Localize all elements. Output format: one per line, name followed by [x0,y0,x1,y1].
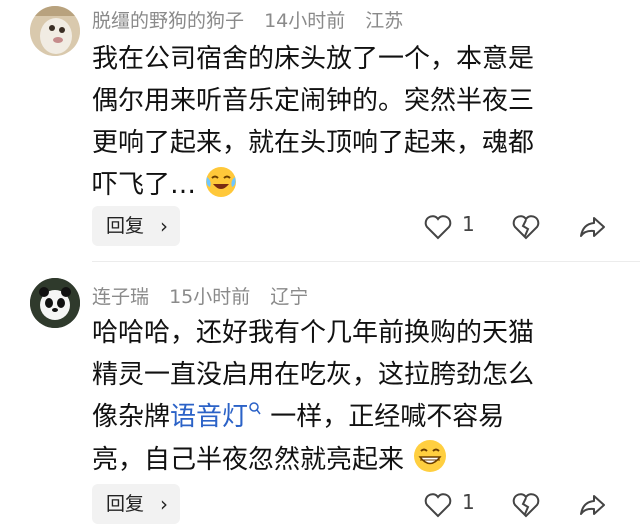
comment-line-suffix: 一样，正经喊不容易 [262,402,505,432]
comment-meta: 连子瑞 15小时前 辽宁 [92,282,322,309]
comment-line: 吓飞了… [92,170,197,200]
comment-line-prefix: 像杂牌 [92,402,171,432]
search-link-text: 语音灯 [170,402,249,432]
search-link[interactable]: 语音灯 [170,402,262,432]
heart-outline-icon[interactable] [424,492,452,522]
comment-text: 哈哈哈，还好我有个几年前换购的天猫 精灵一直没启用在吃灰，这拉胯劲怎么 像杂牌语… [92,312,612,487]
comment-line: 偶尔用来听音乐定闹钟的。突然半夜三 [92,86,535,116]
username[interactable]: 连子瑞 [92,286,149,308]
comment-item: 脱缰的野狗的狗子 14小时前 江苏 我在公司宿舍的床头放了一个，本意是 偶尔用来… [0,0,640,262]
share-arrow-icon[interactable] [578,492,606,522]
comment-item: 连子瑞 15小时前 辽宁 哈哈哈，还好我有个几年前换购的天猫 精灵一直没启用在吃… [0,262,640,527]
comment-text: 我在公司宿舍的床头放了一个，本意是 偶尔用来听音乐定闹钟的。突然半夜三 更响了起… [92,38,612,212]
comment-actions: 1 [420,206,620,246]
timestamp: 15小时前 [169,286,251,308]
chevron-right-icon: › [160,492,168,516]
crying-laughing-emoji [204,165,238,212]
comment-meta: 脱缰的野狗的狗子 14小时前 江苏 [92,6,417,33]
reply-label: 回复 [106,215,145,237]
reply-button[interactable]: 回复 › [92,206,180,246]
comment-actions: 1 [420,484,620,524]
timestamp: 14小时前 [264,10,346,32]
chevron-right-icon: › [160,214,168,238]
comment-line-last: 亮，自己半夜忽然就亮起来 [92,438,612,487]
comment-line: 精灵一直没启用在吃灰，这拉胯劲怎么 [92,360,535,390]
comment-line: 更响了起来，就在头顶响了起来，魂都 [92,128,535,158]
share-arrow-icon[interactable] [578,214,606,244]
username[interactable]: 脱缰的野狗的狗子 [92,10,244,32]
broken-heart-icon[interactable] [512,214,540,244]
avatar[interactable] [30,6,80,56]
search-icon [248,402,262,432]
comment-line: 亮，自己半夜忽然就亮起来 [92,445,405,475]
grinning-emoji [412,438,448,487]
reply-button[interactable]: 回复 › [92,484,180,524]
comment-line: 哈哈哈，还好我有个几年前换购的天猫 [92,318,535,348]
heart-outline-icon[interactable] [424,214,452,244]
broken-heart-icon[interactable] [512,492,540,522]
comment-line-last: 吓飞了… [92,164,612,212]
like-count: 1 [462,490,475,514]
like-count: 1 [462,212,475,236]
comment-line: 我在公司宿舍的床头放了一个，本意是 [92,44,535,74]
reply-label: 回复 [106,493,145,515]
location: 江苏 [365,10,404,32]
avatar[interactable] [30,278,80,328]
location: 辽宁 [270,286,309,308]
comment-line-3: 像杂牌语音灯 一样，正经喊不容易 [92,396,612,438]
